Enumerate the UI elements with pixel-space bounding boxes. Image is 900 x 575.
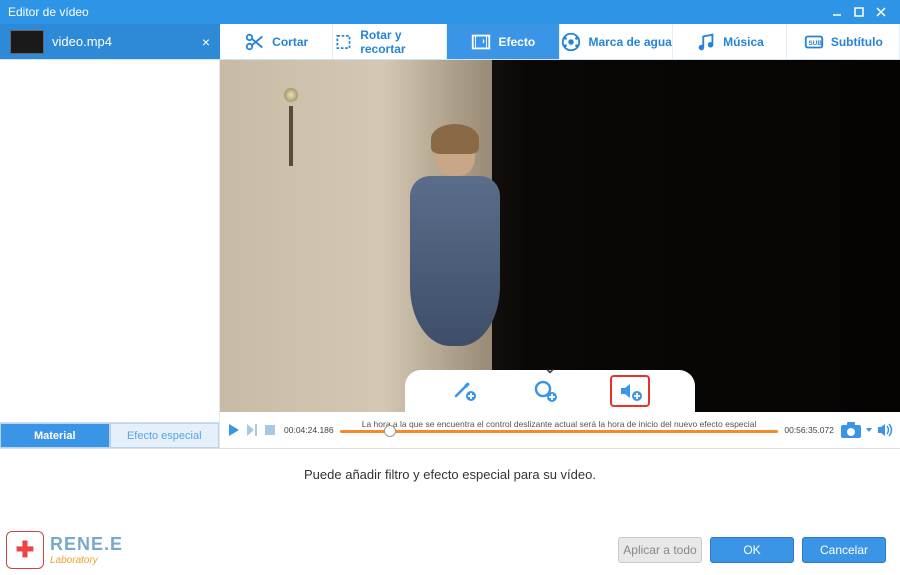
window-titlebar: Editor de vídeo <box>0 0 900 24</box>
brand-logo: ✚ RENE.E Laboratory <box>6 531 123 569</box>
crop-icon <box>333 31 354 53</box>
file-name: video.mp4 <box>52 34 202 49</box>
tool-effect[interactable]: Efecto <box>447 24 560 59</box>
timecode-duration: 00:56:35.072 <box>784 425 834 435</box>
step-button[interactable] <box>244 422 260 438</box>
close-window-button[interactable] <box>870 3 892 21</box>
close-file-icon[interactable]: × <box>202 34 210 50</box>
music-icon <box>695 31 717 53</box>
snapshot-dropdown-icon[interactable] <box>866 424 872 436</box>
play-controls <box>226 422 278 438</box>
tool-subtitle[interactable]: SUB Subtítulo <box>787 24 900 59</box>
main-area: Material Efecto especial <box>0 60 900 448</box>
file-tab[interactable]: video.mp4 × <box>0 24 220 59</box>
scissors-icon <box>244 31 266 53</box>
tool-music[interactable]: Música <box>673 24 786 59</box>
window-title: Editor de vídeo <box>8 5 826 19</box>
preview-panel: 00:04:24.186 La hora a la que se encuent… <box>220 60 900 448</box>
audio-add-icon[interactable] <box>610 375 650 407</box>
effect-icon <box>470 31 492 53</box>
sidebar-tabs: Material Efecto especial <box>0 422 219 448</box>
tool-label: Cortar <box>272 35 308 49</box>
bottom-hint: Puede añadir filtro y efecto especial pa… <box>14 467 886 482</box>
add-filter-icon[interactable] <box>450 376 480 406</box>
tool-cut[interactable]: Cortar <box>220 24 333 59</box>
tool-watermark[interactable]: Marca de agua <box>560 24 673 59</box>
ok-button[interactable]: OK <box>710 537 794 563</box>
action-buttons: Aplicar a todo OK Cancelar <box>618 537 886 563</box>
timeline: 00:04:24.186 La hora a la que se encuent… <box>220 412 900 448</box>
effect-tool-bubble <box>405 370 695 412</box>
subtitle-icon: SUB <box>803 31 825 53</box>
watermark-icon <box>560 31 582 53</box>
video-thumbnail <box>10 30 44 54</box>
timeline-track[interactable]: La hora a la que se encuentra el control… <box>340 422 779 438</box>
tool-label: Rotar y recortar <box>360 28 445 56</box>
snapshot-icon[interactable] <box>840 421 862 439</box>
tool-label: Efecto <box>498 35 535 49</box>
scene-person <box>400 130 510 360</box>
zoom-add-icon[interactable] <box>530 376 560 406</box>
timeline-hint: La hora a la que se encuentra el control… <box>340 419 779 429</box>
timeline-knob[interactable] <box>384 425 396 437</box>
sidebar-tab-material[interactable]: Material <box>0 423 110 448</box>
sidebar: Material Efecto especial <box>0 60 220 448</box>
play-button[interactable] <box>226 422 242 438</box>
volume-icon[interactable] <box>876 421 894 439</box>
tool-label: Subtítulo <box>831 35 883 49</box>
svg-text:SUB: SUB <box>808 39 822 46</box>
timecode-current: 00:04:24.186 <box>284 425 334 435</box>
sidebar-body <box>0 60 219 422</box>
tool-label: Marca de agua <box>588 35 671 49</box>
scene-lamp <box>282 70 300 170</box>
tool-tabs: Cortar Rotar y recortar Efecto Marca de … <box>220 24 900 59</box>
minimize-button[interactable] <box>826 3 848 21</box>
tool-rotate[interactable]: Rotar y recortar <box>333 24 446 59</box>
video-preview[interactable] <box>220 60 900 412</box>
bottom-panel: Puede añadir filtro y efecto especial pa… <box>0 448 900 575</box>
tool-label: Música <box>723 35 764 49</box>
sidebar-tab-special[interactable]: Efecto especial <box>110 423 220 448</box>
main-toolbar: video.mp4 × Cortar Rotar y recortar Efec… <box>0 24 900 60</box>
stop-button[interactable] <box>262 422 278 438</box>
logo-brand: RENE.E <box>50 534 123 555</box>
cancel-button[interactable]: Cancelar <box>802 537 886 563</box>
maximize-button[interactable] <box>848 3 870 21</box>
apply-all-button[interactable]: Aplicar a todo <box>618 537 702 563</box>
logo-sub: Laboratory <box>50 555 123 566</box>
logo-badge-icon: ✚ <box>6 531 44 569</box>
